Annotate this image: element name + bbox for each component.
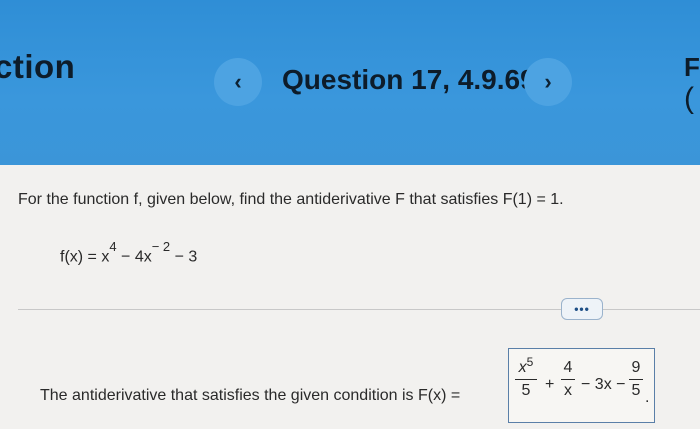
- expand-more-button[interactable]: •••: [561, 298, 603, 320]
- term1-den: 5: [521, 382, 531, 399]
- fraction-bar: [515, 379, 537, 380]
- fraction-bar: [629, 379, 643, 380]
- term1-num-base: x: [518, 359, 527, 376]
- fraction-4-over-x: 4 x: [561, 359, 575, 400]
- cropped-header-text-bottom: (: [684, 82, 694, 115]
- answer-statement: The antiderivative that satisfies the gi…: [40, 387, 461, 404]
- function-expression: f(x) = x4 − 4x− 2 − 3: [60, 239, 198, 266]
- function-suffix: − 3: [170, 248, 198, 266]
- function-middle: − 4x: [116, 248, 152, 266]
- previous-question-button[interactable]: ‹: [214, 58, 262, 106]
- question-header: ction ‹ Question 17, 4.9.69 › F (: [0, 0, 700, 165]
- chevron-right-icon: ›: [544, 69, 552, 94]
- term2-den: x: [564, 382, 572, 399]
- question-title: Question 17, 4.9.69: [282, 64, 536, 95]
- term3-num: 9: [631, 359, 641, 376]
- answer-box[interactable]: x5 5 + 4 x − 3x − 9 5 .: [508, 348, 655, 423]
- problem-prompt: For the function f, given below, find th…: [18, 191, 564, 208]
- term2-num: 4: [563, 359, 573, 376]
- term3-den: 5: [631, 382, 641, 399]
- trailing-period: .: [645, 389, 650, 406]
- ellipsis-icon: •••: [574, 302, 590, 316]
- function-exponent-1: 4: [109, 239, 117, 254]
- function-prefix: f(x) = x: [60, 248, 110, 266]
- cropped-header-text-top: F: [684, 52, 700, 82]
- plus-operator: +: [545, 376, 555, 393]
- fraction-9-over-5: 9 5: [629, 359, 643, 400]
- fraction-bar: [561, 379, 575, 380]
- middle-terms: − 3x −: [581, 376, 626, 393]
- next-question-button[interactable]: ›: [524, 58, 572, 106]
- chevron-left-icon: ‹: [234, 69, 242, 94]
- fraction-x5-over-5: x5 5: [515, 355, 537, 400]
- term1-num-exp: 5: [526, 355, 534, 369]
- function-exponent-2: − 2: [151, 239, 171, 254]
- question-content: For the function f, given below, find th…: [0, 165, 700, 429]
- section-label: ction: [0, 48, 76, 85]
